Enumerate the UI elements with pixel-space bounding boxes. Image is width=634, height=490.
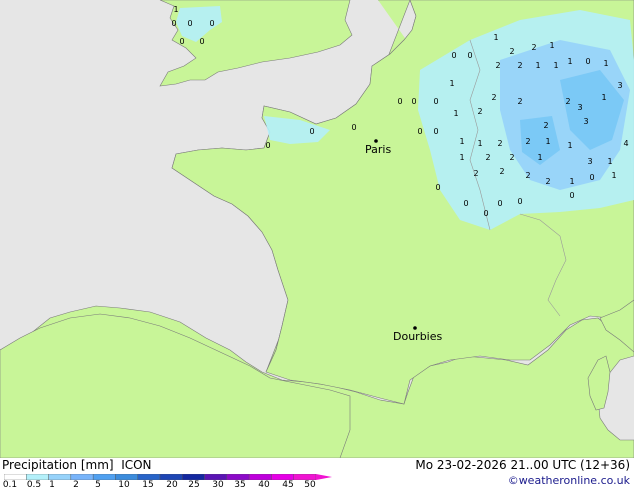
precip-value: 0 xyxy=(589,173,594,182)
city-label: Paris xyxy=(365,143,391,156)
legend-label: 45 xyxy=(282,480,294,490)
legend-label: 15 xyxy=(142,480,154,490)
precip-value: 1 xyxy=(567,57,572,66)
legend-label: 30 xyxy=(212,480,224,490)
precip-value: 2 xyxy=(473,169,478,178)
map-footer: Precipitation [mm] ICON Mo 23-02-2026 21… xyxy=(0,458,634,490)
precip-value: 2 xyxy=(525,137,530,146)
credit-link[interactable]: ©weatheronline.co.uk xyxy=(508,474,630,487)
legend-label: 40 xyxy=(258,480,270,490)
precip-value: 0 xyxy=(497,199,502,208)
precip-value: 0 xyxy=(517,197,522,206)
precip-value: 3 xyxy=(587,157,592,166)
precip-value: 1 xyxy=(603,59,608,68)
map-title: Precipitation [mm] ICON xyxy=(2,458,152,472)
precip-value: 1 xyxy=(493,33,498,42)
precip-value: 0 xyxy=(435,183,440,192)
precip-value: 1 xyxy=(601,93,606,102)
precip-value: 0 xyxy=(569,191,574,200)
precip-value: 1 xyxy=(537,153,542,162)
legend-label: 50 xyxy=(304,480,316,490)
precip-value: 0 xyxy=(417,127,422,136)
legend-label: 1 xyxy=(49,480,55,490)
precip-value: 0 xyxy=(309,127,314,136)
precip-value: 2 xyxy=(565,97,570,106)
legend-label: 35 xyxy=(234,480,246,490)
precip-value: 2 xyxy=(531,43,536,52)
precip-value: 1 xyxy=(173,5,178,14)
precip-value: 2 xyxy=(485,153,490,162)
precip-value: 0 xyxy=(411,97,416,106)
precip-value: 2 xyxy=(509,47,514,56)
precip-value: 0 xyxy=(209,19,214,28)
precip-value: 2 xyxy=(517,61,522,70)
precip-value: 1 xyxy=(567,141,572,150)
precip-value: 0 xyxy=(463,199,468,208)
precip-value: 3 xyxy=(617,81,622,90)
precip-value: 1 xyxy=(477,139,482,148)
precip-value: 1 xyxy=(569,177,574,186)
precip-value: 1 xyxy=(545,137,550,146)
precip-value: 0 xyxy=(171,19,176,28)
legend-label: 20 xyxy=(166,480,178,490)
legend-label: 10 xyxy=(118,480,130,490)
precipitation-map[interactable]: Paris Dourbies 10 0 0000 012 2 11 012 2 1 1 132311… xyxy=(0,0,634,458)
city-label: Dourbies xyxy=(393,330,443,343)
legend-label: 2 xyxy=(73,480,79,490)
precip-value: 1 xyxy=(459,137,464,146)
precip-value: 2 xyxy=(543,121,548,130)
precip-value: 0 xyxy=(187,19,192,28)
precip-value: 2 xyxy=(525,171,530,180)
precip-value: 1 xyxy=(611,171,616,180)
legend-label: 0.5 xyxy=(26,480,42,490)
precip-value: 2 xyxy=(517,97,522,106)
precip-value: 1 xyxy=(535,61,540,70)
precip-value: 0 xyxy=(483,209,488,218)
precip-value: 0 xyxy=(585,57,590,66)
precip-value: 2 xyxy=(477,107,482,116)
precip-value: 3 xyxy=(583,117,588,126)
precip-value: 2 xyxy=(509,153,514,162)
precip-legend-labels: 0.1 0.5 1 2 5 10 15 20 25 30 35 40 45 50 xyxy=(0,480,340,490)
precip-value: 1 xyxy=(453,109,458,118)
precip-value: 0 xyxy=(179,37,184,46)
precip-value: 2 xyxy=(491,93,496,102)
forecast-datetime: Mo 23-02-2026 21..00 UTC (12+36) xyxy=(415,458,630,472)
precip-value: 2 xyxy=(545,177,550,186)
precip-value: 0 xyxy=(265,141,270,150)
precip-value: 1 xyxy=(553,61,558,70)
precip-value: 0 xyxy=(351,123,356,132)
precip-value: 0 xyxy=(397,97,402,106)
precip-value: 3 xyxy=(577,103,582,112)
precip-value: 4 xyxy=(623,139,628,148)
weather-map-page: Paris Dourbies 1000000012211012211132311… xyxy=(0,0,634,490)
legend-label: 5 xyxy=(95,480,101,490)
precip-value: 0 xyxy=(467,51,472,60)
precip-value: 0 xyxy=(199,37,204,46)
precip-value: 0 xyxy=(451,51,456,60)
precip-value: 1 xyxy=(549,41,554,50)
precip-value: 2 xyxy=(497,139,502,148)
legend-label: 0.1 xyxy=(2,480,18,490)
legend-label: 25 xyxy=(188,480,200,490)
precip-value: 0 xyxy=(433,97,438,106)
precip-value: 0 xyxy=(433,127,438,136)
precip-value: 1 xyxy=(459,153,464,162)
precip-value: 1 xyxy=(449,79,454,88)
precip-value: 2 xyxy=(495,61,500,70)
precip-value: 1 xyxy=(607,157,612,166)
precip-value: 2 xyxy=(499,167,504,176)
